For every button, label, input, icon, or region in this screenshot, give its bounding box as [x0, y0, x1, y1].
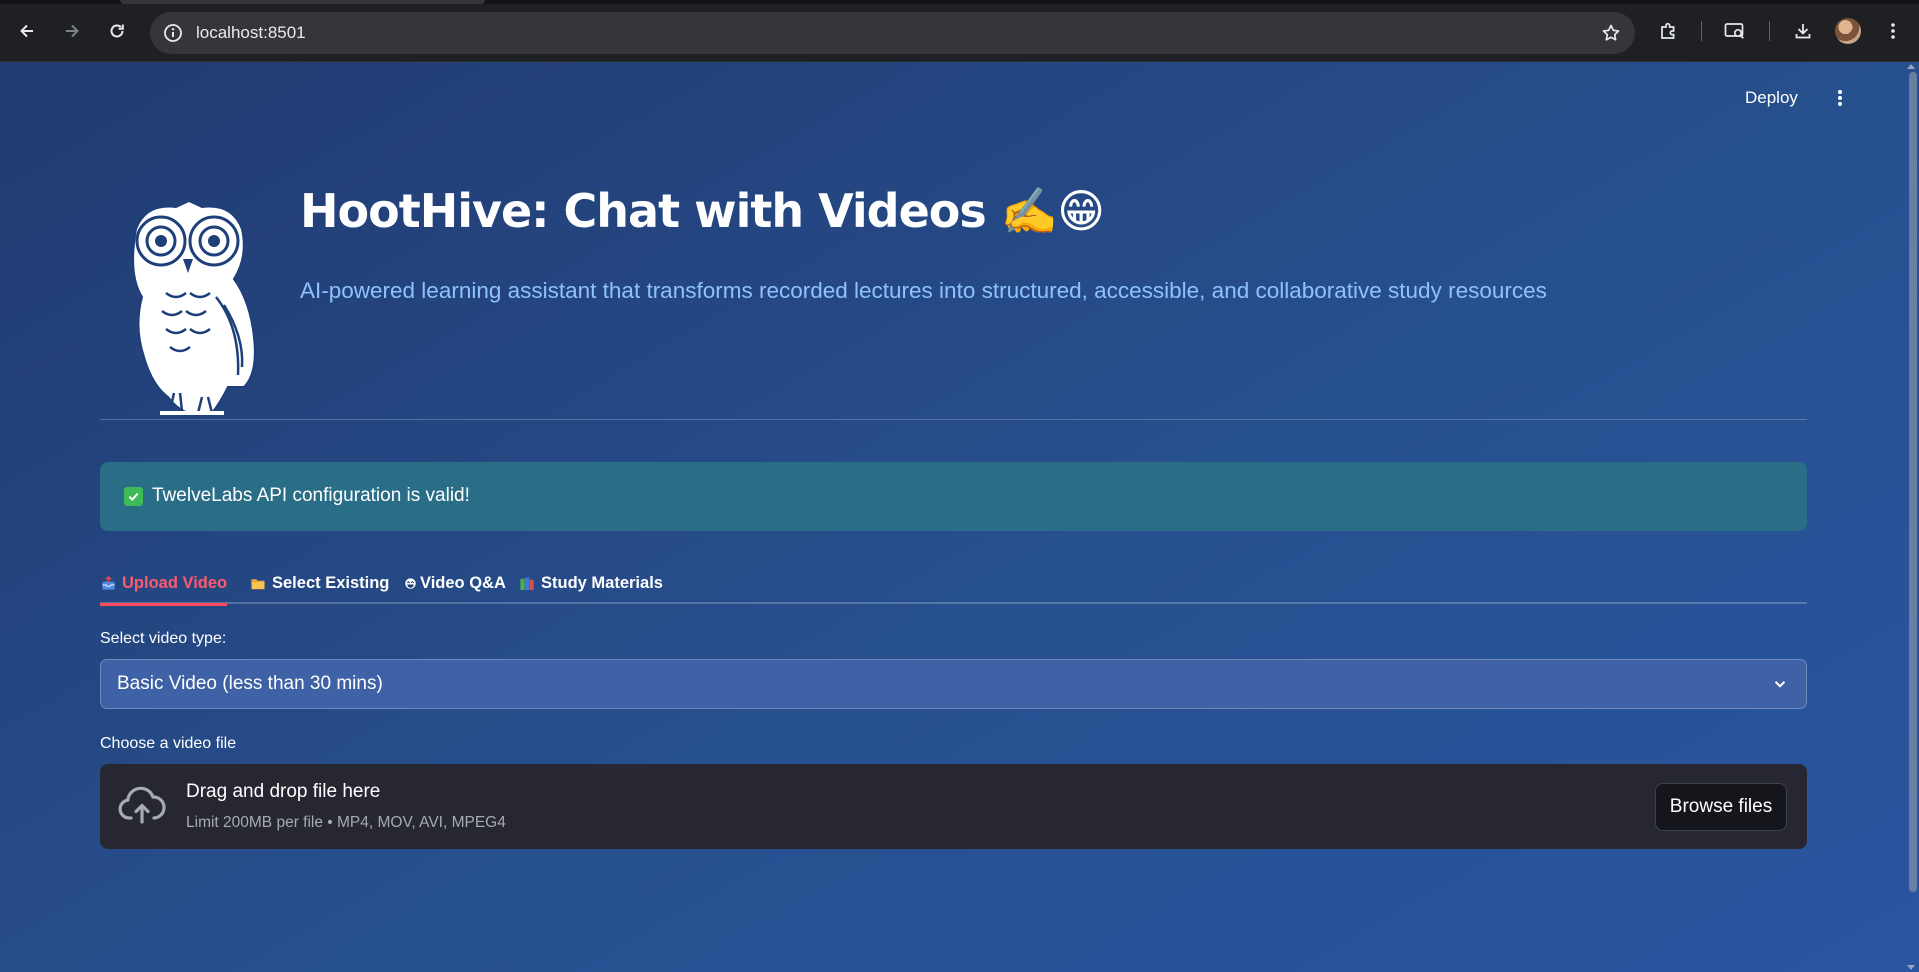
- tab-select-existing[interactable]: Select Existing: [250, 562, 389, 604]
- owl-logo: [132, 199, 256, 417]
- streamlit-app: Deploy HootHive: Chat with Videos ✍️😁 AI…: [0, 62, 1919, 972]
- tab-label: Upload Video: [122, 573, 228, 592]
- video-type-value: Basic Video (less than 30 mins): [117, 673, 383, 694]
- toolbar-divider: [1769, 21, 1770, 41]
- success-alert: TwelveLabs API configuration is valid!: [100, 462, 1807, 531]
- browse-files-button[interactable]: Browse files: [1655, 783, 1787, 831]
- tab-bar: Upload Video Select Existing Video Q&A S…: [100, 562, 1807, 606]
- books-icon: [519, 575, 535, 591]
- profile-avatar[interactable]: [1835, 18, 1861, 44]
- header-divider: [100, 419, 1807, 420]
- page-title: HootHive: Chat with Videos ✍️😁: [300, 184, 1105, 238]
- scroll-up-arrow[interactable]: [1907, 64, 1915, 69]
- main-menu-icon[interactable]: [1830, 86, 1850, 110]
- outbox-tray-icon: [100, 575, 116, 591]
- tab-label: Select Existing: [272, 573, 390, 592]
- check-icon: [124, 487, 143, 506]
- cast-search-icon[interactable]: [1718, 14, 1752, 48]
- tab-label: Video Q&A: [420, 573, 506, 592]
- file-uploader-label: Choose a video file: [100, 735, 237, 752]
- page-subtitle: AI-powered learning assistant that trans…: [300, 278, 1547, 303]
- cloud-upload-icon: [118, 786, 166, 824]
- dropzone-title: Drag and drop file here: [186, 781, 381, 802]
- tab-strip: [0, 0, 1919, 4]
- tab-study-materials[interactable]: Study Materials: [519, 562, 663, 604]
- chevron-down-icon[interactable]: [1770, 674, 1790, 694]
- reload-icon[interactable]: [100, 14, 134, 48]
- dropzone-limit: Limit 200MB per file • MP4, MOV, AVI, MP…: [186, 814, 506, 831]
- browser-toolbar: localhost:8501: [0, 0, 1919, 62]
- deploy-button[interactable]: Deploy: [1745, 88, 1798, 112]
- url-text[interactable]: localhost:8501: [196, 23, 306, 43]
- extensions-icon[interactable]: [1651, 14, 1685, 48]
- file-dropzone[interactable]: Drag and drop file here Limit 200MB per …: [100, 764, 1807, 849]
- bookmark-star-icon[interactable]: [1599, 21, 1623, 45]
- scroll-down-arrow[interactable]: [1907, 965, 1915, 970]
- chrome-menu-icon[interactable]: [1876, 14, 1910, 48]
- forward-icon[interactable]: [55, 14, 89, 48]
- active-browser-tab[interactable]: [120, 0, 485, 4]
- alert-text: TwelveLabs API configuration is valid!: [152, 485, 470, 506]
- folder-icon: [250, 575, 266, 591]
- tab-upload-video[interactable]: Upload Video: [100, 562, 228, 606]
- page-scrollbar[interactable]: [1909, 72, 1917, 892]
- grin-emoji-icon: [402, 575, 418, 591]
- address-bar[interactable]: localhost:8501: [150, 12, 1635, 54]
- download-icon[interactable]: [1786, 14, 1820, 48]
- video-type-label: Select video type:: [100, 630, 227, 647]
- site-info-icon[interactable]: [162, 22, 184, 44]
- tab-label: Study Materials: [541, 573, 663, 592]
- tab-video-qa[interactable]: Video Q&A: [402, 562, 506, 604]
- back-icon[interactable]: [10, 14, 44, 48]
- toolbar-divider: [1701, 21, 1702, 41]
- video-type-select[interactable]: Basic Video (less than 30 mins): [100, 659, 1807, 709]
